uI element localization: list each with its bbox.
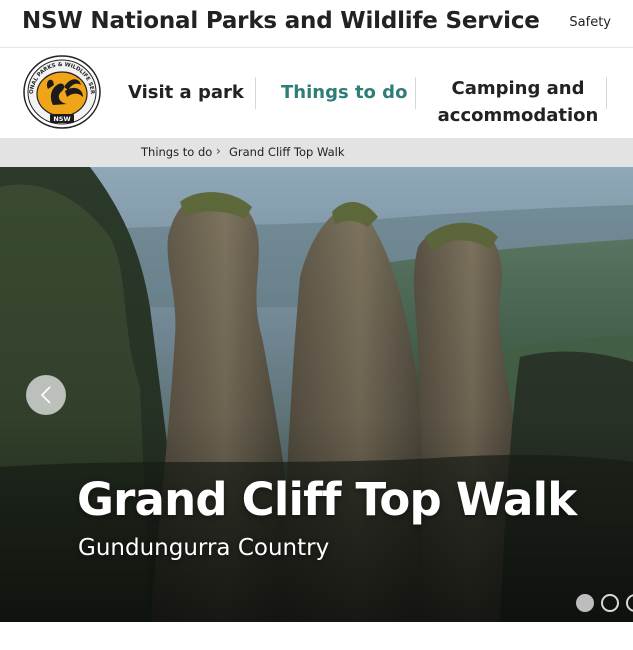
hero-title: Grand Cliff Top Walk	[77, 473, 577, 526]
carousel-dot-2[interactable]	[601, 594, 619, 612]
breadcrumb-things-to-do[interactable]: Things to do	[141, 145, 212, 159]
nav-divider	[606, 77, 607, 109]
nav-things-to-do[interactable]: Things to do	[281, 82, 407, 103]
npws-logo[interactable]: NATIONAL PARKS & WILDLIFE SERVICE NSW	[23, 55, 101, 130]
nav-divider	[415, 77, 416, 109]
safety-link[interactable]: Safety	[569, 15, 611, 30]
breadcrumb: Things to do › Grand Cliff Top Walk	[0, 138, 633, 167]
carousel-dot-1[interactable]	[576, 594, 594, 612]
chevron-left-icon	[40, 386, 51, 404]
breadcrumb-separator: ›	[216, 144, 221, 158]
top-bar: NSW National Parks and Wildlife Service …	[0, 0, 633, 48]
hero-subtitle: Gundungurra Country	[78, 535, 330, 561]
breadcrumb-current-page: Grand Cliff Top Walk	[229, 145, 345, 159]
nav-visit-a-park[interactable]: Visit a park	[128, 82, 244, 103]
carousel-prev-button[interactable]	[26, 375, 66, 415]
svg-text:NSW: NSW	[53, 115, 70, 123]
nav-divider	[255, 77, 256, 109]
site-title[interactable]: NSW National Parks and Wildlife Service	[22, 8, 540, 34]
main-navigation: NATIONAL PARKS & WILDLIFE SERVICE NSW Vi…	[0, 49, 633, 138]
hero-banner: Grand Cliff Top Walk Gundungurra Country	[0, 167, 633, 622]
nav-camping-and-accommodation[interactable]: Camping and accommodation	[428, 75, 608, 129]
